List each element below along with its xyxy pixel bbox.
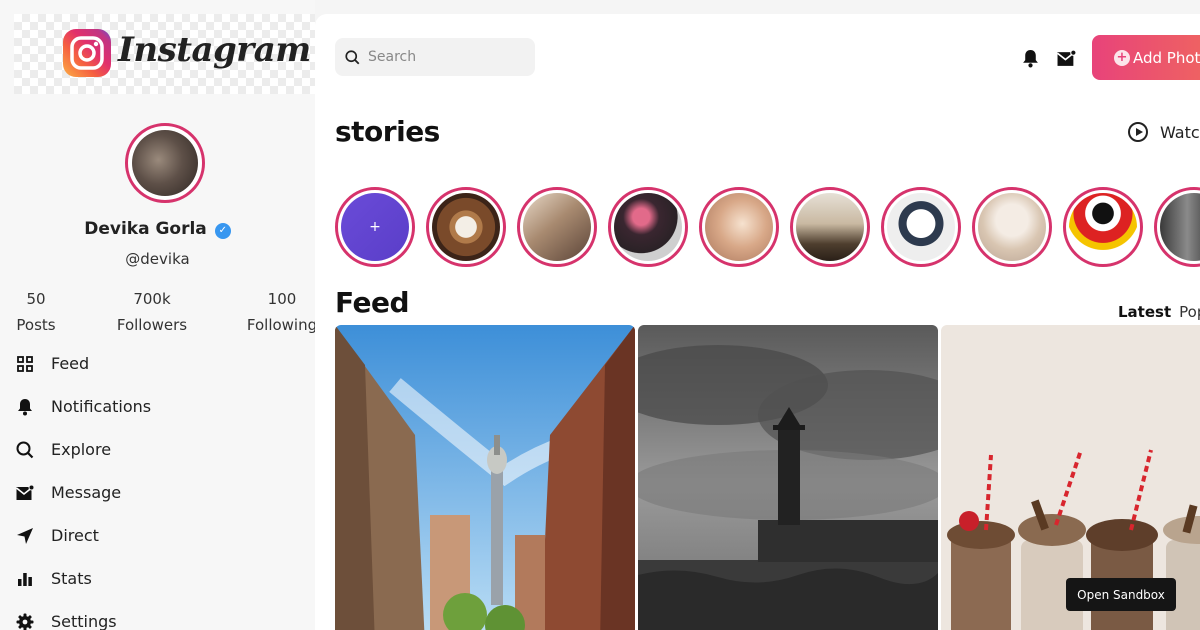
avatar-image [132, 130, 198, 196]
grid-icon [16, 355, 34, 373]
sidebar-item-label: Stats [51, 569, 92, 588]
stat-following-value: 100 [267, 290, 297, 308]
tab-popular[interactable]: Popular [1179, 303, 1200, 321]
sidebar-item-label: Direct [51, 526, 99, 545]
search-bar[interactable] [335, 38, 535, 76]
gear-icon [16, 613, 34, 630]
sidebar-item-stats[interactable]: Stats [16, 557, 306, 600]
send-icon [16, 527, 34, 545]
sidebar-item-label: Notifications [51, 397, 152, 416]
search-icon [345, 49, 360, 64]
stat-following: 100 Following [245, 290, 319, 334]
story-image [796, 193, 864, 261]
story-image [523, 193, 591, 261]
stat-followers-value: 700k [133, 290, 171, 308]
logo[interactable]: Instagram [14, 14, 315, 94]
story-item[interactable] [517, 187, 597, 267]
sidebar-item-label: Settings [51, 612, 117, 630]
bell-icon [16, 398, 34, 416]
stat-followers: 700k Followers [112, 290, 192, 334]
story-image [1160, 193, 1200, 261]
stat-following-label: Following [246, 316, 318, 334]
sidebar-item-feed[interactable]: Feed [16, 342, 306, 385]
mail-icon [1056, 49, 1076, 66]
sidebar-item-label: Explore [51, 440, 112, 459]
story-item[interactable] [608, 187, 688, 267]
feed-post[interactable] [638, 325, 938, 630]
stories-title: stories [335, 115, 440, 148]
story-image [1069, 193, 1137, 261]
profile-handle: @devika [125, 250, 190, 268]
sidebar: Instagram Devika Gorla ✓ @devika 50 Posts… [0, 0, 317, 630]
stat-posts: 50 Posts [14, 290, 58, 334]
messages-button[interactable] [1056, 48, 1076, 68]
story-image [705, 193, 773, 261]
feed-title: Feed [335, 286, 410, 319]
open-sandbox-button[interactable]: Open Sandbox [1066, 578, 1176, 611]
stories-row: + [335, 187, 1200, 267]
search-icon [16, 441, 34, 459]
tab-latest[interactable]: Latest [1118, 303, 1171, 321]
stat-followers-label: Followers [116, 316, 188, 334]
story-item[interactable] [972, 187, 1052, 267]
stat-posts-label: Posts [16, 316, 56, 334]
post-image-lighthouse [638, 325, 938, 630]
add-story-button[interactable]: + [335, 187, 415, 267]
watch-all-label: Watch all [1160, 122, 1200, 142]
main-panel: + Add Photo stories Watch all + Feed Lat… [315, 14, 1200, 630]
sidebar-item-message[interactable]: Message [16, 471, 306, 514]
sidebar-item-label: Feed [51, 354, 90, 373]
stat-posts-value: 50 [26, 290, 46, 308]
plus-circle-icon: + [1114, 49, 1130, 66]
feed-tabs: Latest Popular [1118, 303, 1200, 321]
profile-name: Devika Gorla [84, 219, 207, 239]
watch-all-button[interactable]: Watch all [1128, 122, 1200, 142]
brand-wordmark: Instagram [118, 30, 311, 70]
story-image [887, 193, 955, 261]
sidebar-item-explore[interactable]: Explore [16, 428, 306, 471]
bell-icon [1022, 49, 1038, 67]
instagram-logo-icon [63, 29, 111, 77]
mail-icon [16, 484, 34, 502]
story-image [614, 193, 682, 261]
story-item[interactable] [699, 187, 779, 267]
post-image-city [335, 325, 635, 630]
story-item[interactable] [790, 187, 870, 267]
profile-name-row: Devika Gorla ✓ [0, 219, 315, 239]
story-item[interactable] [426, 187, 506, 267]
sidebar-item-notifications[interactable]: Notifications [16, 385, 306, 428]
search-input[interactable] [368, 49, 528, 65]
verified-badge-icon: ✓ [214, 223, 231, 239]
story-image [978, 193, 1046, 261]
feed-post[interactable] [335, 325, 635, 630]
story-item[interactable] [1154, 187, 1200, 267]
bar-chart-icon [16, 570, 34, 588]
add-photo-label: Add Photo [1133, 48, 1200, 67]
sidebar-item-direct[interactable]: Direct [16, 514, 306, 557]
profile-avatar[interactable] [125, 123, 205, 203]
add-photo-button[interactable]: + Add Photo [1092, 35, 1200, 80]
story-item[interactable] [1063, 187, 1143, 267]
story-item[interactable] [881, 187, 961, 267]
sidebar-nav: Feed Notifications Explore Message Direc… [16, 342, 306, 630]
play-icon [1128, 122, 1148, 142]
add-story-plus: + [341, 193, 409, 261]
sidebar-item-settings[interactable]: Settings [16, 600, 306, 630]
sidebar-item-label: Message [51, 483, 122, 502]
notifications-button[interactable] [1020, 48, 1040, 68]
story-image [432, 193, 500, 261]
